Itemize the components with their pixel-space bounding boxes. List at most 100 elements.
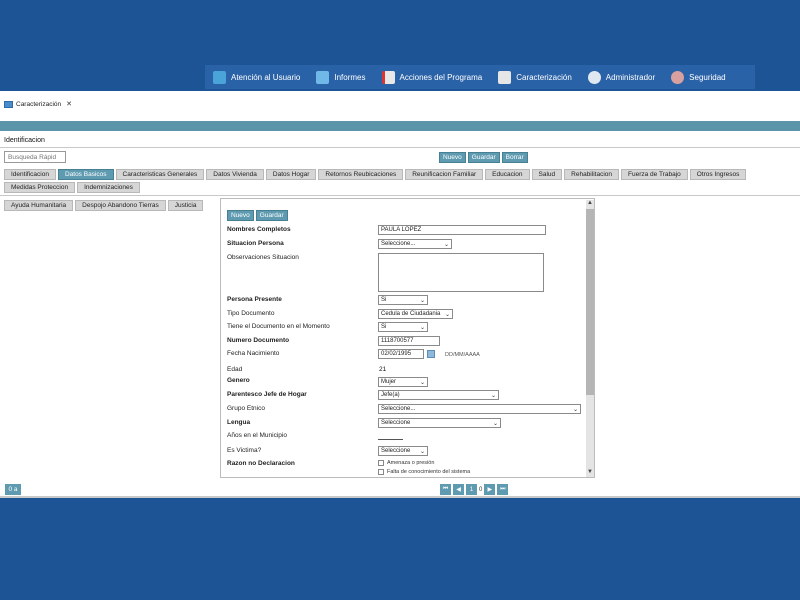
tab-identificacion[interactable]: Identificacion — [4, 169, 56, 180]
borrar-button[interactable]: Borrar — [501, 152, 528, 163]
window-tab-label: Caracterización — [16, 100, 62, 108]
razon-checkbox-2[interactable] — [378, 469, 384, 475]
parentesco-select[interactable]: Jefe(a) ⌄ — [378, 390, 499, 400]
window-icon — [4, 100, 13, 108]
presente-value: Si — [381, 297, 387, 303]
divider — [0, 195, 800, 196]
search-input[interactable] — [4, 151, 66, 163]
scroll-up-icon[interactable]: ▲ — [587, 200, 593, 206]
anos-municipio-label: Años en el Municipio — [227, 432, 287, 439]
form-tabs-secondary: Ayuda Humanitaria Despojo Abandono Tierr… — [4, 200, 204, 211]
lengua-label: Lengua — [227, 419, 251, 426]
tab-datos-hogar[interactable]: Datos Hogar — [265, 169, 317, 180]
scroll-down-icon[interactable]: ▼ — [587, 469, 593, 475]
tab-salud[interactable]: Salud — [531, 169, 563, 180]
tab-fuerza-trabajo[interactable]: Fuerza de Trabajo — [621, 169, 688, 180]
nav-seguridad[interactable]: Seguridad — [663, 65, 733, 89]
main-navigation: Atención al Usuario Informes Acciones de… — [205, 65, 755, 89]
tipo-doc-value: Cedula de Ciudadania — [381, 311, 441, 317]
close-icon[interactable]: ✕ — [66, 100, 72, 108]
divider — [0, 496, 800, 498]
nav-atencion-usuario[interactable]: Atención al Usuario — [205, 65, 308, 89]
chevron-down-icon: ⌄ — [419, 297, 425, 304]
genero-label: Genero — [227, 377, 250, 384]
chevron-down-icon: ⌄ — [419, 379, 425, 386]
chevron-down-icon: ⌄ — [490, 392, 496, 399]
tab-rehabilitacion[interactable]: Rehabilitacion — [564, 169, 619, 180]
chevron-down-icon: ⌄ — [419, 448, 425, 455]
es-victima-value: Seleccione — [381, 448, 411, 454]
next-page-icon[interactable]: ▶ — [484, 484, 496, 495]
tab-caracteristicas-generales[interactable]: Caracteristicas Generales — [115, 169, 205, 180]
observaciones-textarea[interactable] — [378, 253, 544, 292]
tab-retornos-reubicaciones[interactable]: Retornos Reubicaciones — [318, 169, 404, 180]
divider — [0, 147, 800, 148]
tab-despojo-tierras[interactable]: Despojo Abandono Tierras — [75, 200, 166, 211]
grupo-etnico-value: Seleccione... — [381, 406, 416, 412]
razon-checkbox-1[interactable] — [378, 460, 384, 466]
situacion-value: Seleccione... — [381, 241, 416, 247]
people-icon — [671, 70, 685, 84]
calendar-icon[interactable] — [427, 350, 435, 358]
main-toolbar: Nuevo Guardar Borrar — [439, 152, 528, 163]
situacion-select[interactable]: Seleccione... ⌄ — [378, 239, 452, 249]
nav-caracterizacion[interactable]: Caracterización — [490, 65, 580, 89]
gear-icon — [587, 70, 601, 84]
presente-select[interactable]: Si ⌄ — [378, 295, 428, 305]
es-victima-select[interactable]: Seleccione ⌄ — [378, 446, 428, 456]
guardar-button[interactable]: Guardar — [467, 152, 500, 163]
tiene-doc-select[interactable]: Si ⌄ — [378, 322, 428, 332]
observaciones-label: Observaciones Situacion — [227, 254, 299, 261]
chevron-down-icon: ⌄ — [572, 406, 578, 413]
tab-medidas-proteccion[interactable]: Medidas Proteccion — [4, 182, 76, 193]
grupo-etnico-label: Grupo Etnico — [227, 405, 265, 412]
anos-municipio-field[interactable] — [378, 439, 403, 440]
nav-administrador[interactable]: Administrador — [580, 65, 663, 89]
nav-informes[interactable]: Informes — [308, 65, 373, 89]
nav-label: Acciones del Programa — [399, 72, 483, 82]
document-icon — [381, 70, 395, 84]
panel-toolbar: Nuevo Guardar — [227, 210, 288, 221]
date-format-hint: DD/MM/AAAA — [445, 352, 480, 358]
genero-select[interactable]: Mujer ⌄ — [378, 377, 428, 387]
razon-option-2: Falta de conocimiento del sistema — [387, 469, 471, 475]
window-tab[interactable]: Caracterización ✕ — [4, 97, 72, 111]
section-title: Identificacion — [4, 137, 45, 144]
chevron-down-icon: ⌄ — [492, 420, 498, 427]
tipo-doc-select[interactable]: Cedula de Ciudadania ⌄ — [378, 309, 453, 319]
nombres-field[interactable]: PAULA LOPEZ — [378, 225, 546, 235]
panel-guardar-button[interactable]: Guardar — [255, 210, 288, 221]
tab-datos-vivienda[interactable]: Datos Vivienda — [206, 169, 264, 180]
last-page-icon[interactable]: ⏭ — [497, 484, 509, 495]
tiene-doc-label: Tiene el Documento en el Momento — [227, 323, 330, 330]
users-hand-icon — [213, 70, 226, 84]
tab-datos-basicos[interactable]: Datos Basicos — [57, 169, 114, 180]
nav-acciones-programa[interactable]: Acciones del Programa — [374, 65, 491, 89]
tab-indemnizaciones[interactable]: Indemnizaciones — [77, 182, 140, 193]
prev-page-icon[interactable]: ◀ — [453, 484, 464, 495]
tab-otros-ingresos[interactable]: Otros Ingresos — [689, 169, 747, 180]
page-total: 0 — [479, 486, 483, 493]
fecha-nac-field[interactable]: 02/02/1995 — [378, 349, 424, 359]
grupo-etnico-select[interactable]: Seleccione... ⌄ — [378, 404, 581, 414]
panel-nuevo-button[interactable]: Nuevo — [227, 210, 254, 221]
numero-doc-field[interactable]: 1118700577 — [378, 336, 440, 346]
es-victima-label: Es Victima? — [227, 447, 262, 454]
lengua-select[interactable]: Seleccione ⌄ — [378, 418, 501, 428]
chevron-down-icon: ⌄ — [419, 324, 425, 331]
header-stripe — [0, 121, 800, 131]
nav-label: Informes — [334, 72, 366, 82]
tab-educacion[interactable]: Educacion — [485, 169, 530, 180]
tab-justicia[interactable]: Justicia — [167, 200, 204, 211]
first-page-icon[interactable]: ⏮ — [440, 484, 451, 495]
tab-reunificacion-familiar[interactable]: Reunificacion Familiar — [405, 169, 484, 180]
tipo-doc-label: Tipo Documento — [227, 310, 275, 317]
scrollbar-thumb[interactable] — [586, 209, 594, 395]
tab-ayuda-humanitaria[interactable]: Ayuda Humanitaria — [4, 200, 74, 211]
clipboard-icon — [498, 70, 512, 84]
chevron-down-icon: ⌄ — [443, 241, 449, 248]
pager-info: 0 a — [5, 484, 21, 495]
nuevo-button[interactable]: Nuevo — [439, 152, 466, 163]
pager: ⏮ ◀ 1 0 ▶ ⏭ — [440, 484, 509, 495]
nav-label: Caracterización — [516, 72, 572, 82]
